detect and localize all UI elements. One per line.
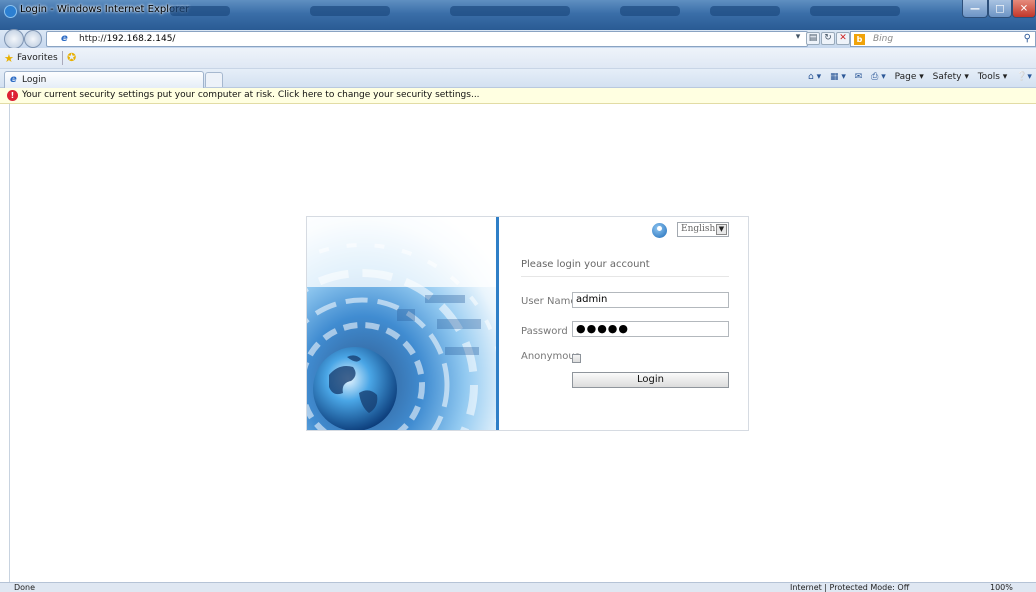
user-help-icon[interactable] bbox=[651, 222, 668, 239]
help-menu-icon[interactable]: ❔▾ bbox=[1016, 72, 1032, 82]
refresh-icon[interactable]: ↻ bbox=[821, 32, 835, 45]
close-button[interactable]: ✕ bbox=[1012, 0, 1036, 18]
navigation-bar: e http://192.168.2.145/ ▾ ▤ ↻ ✕ b Bing ⚲ bbox=[0, 29, 1036, 49]
favbar-divider bbox=[62, 51, 63, 65]
home-icon[interactable]: ⌂ ▾ bbox=[808, 72, 821, 82]
prompt-divider bbox=[521, 276, 729, 277]
search-box[interactable]: b Bing ⚲ bbox=[850, 31, 1036, 47]
stop-icon[interactable]: ✕ bbox=[836, 32, 850, 45]
back-button[interactable] bbox=[4, 29, 24, 49]
login-prompt: Please login your account bbox=[521, 259, 650, 270]
tab-login[interactable]: e Login bbox=[4, 71, 204, 88]
address-bar[interactable]: e http://192.168.2.145/ bbox=[46, 31, 808, 47]
language-value: English bbox=[681, 224, 716, 234]
tools-menu[interactable]: Tools ▾ bbox=[978, 72, 1008, 82]
forward-button[interactable] bbox=[24, 30, 42, 48]
favorites-star-icon[interactable]: ★ bbox=[4, 52, 14, 65]
status-text: Done bbox=[14, 583, 36, 592]
tab-label: Login bbox=[22, 75, 47, 85]
zoom-level[interactable]: 100% bbox=[990, 583, 1013, 592]
page-content: English ▼ Please login your account User… bbox=[9, 104, 1036, 582]
address-url: http://192.168.2.145/ bbox=[79, 34, 176, 44]
page-menu[interactable]: Page ▾ bbox=[895, 72, 924, 82]
security-warning-icon: ! bbox=[7, 90, 18, 101]
titlebar-blur bbox=[150, 2, 930, 20]
compatibility-view-icon[interactable]: ▤ bbox=[806, 32, 820, 45]
password-field[interactable]: ●●●●● bbox=[572, 321, 729, 337]
page-icon: e bbox=[61, 33, 68, 44]
security-zone[interactable]: Internet | Protected Mode: Off bbox=[790, 583, 909, 592]
username-label: User Name bbox=[521, 296, 577, 307]
tab-page-icon: e bbox=[10, 74, 17, 85]
safety-menu[interactable]: Safety ▾ bbox=[933, 72, 969, 82]
language-select[interactable]: English ▼ bbox=[677, 222, 729, 237]
favorites-button[interactable]: Favorites bbox=[17, 53, 58, 63]
login-button[interactable]: Login bbox=[572, 372, 729, 388]
ie-app-icon bbox=[4, 5, 17, 18]
new-tab-button[interactable] bbox=[205, 72, 223, 87]
bing-icon: b bbox=[854, 34, 865, 45]
globe-banner-image bbox=[307, 217, 496, 430]
minimize-button[interactable]: — bbox=[962, 0, 988, 18]
window-titlebar: Login - Windows Internet Explorer — □ ✕ bbox=[0, 0, 1036, 30]
login-panel: English ▼ Please login your account User… bbox=[306, 216, 749, 431]
panel-divider bbox=[496, 217, 499, 430]
username-field[interactable]: admin bbox=[572, 292, 729, 308]
feeds-icon[interactable]: ▦ ▾ bbox=[830, 72, 846, 82]
favorites-bar: ★ Favorites ✪ bbox=[0, 48, 1036, 69]
status-bar: Done Internet | Protected Mode: Off 100% bbox=[0, 582, 1036, 592]
print-icon[interactable]: ⎙ ▾ bbox=[871, 72, 886, 82]
search-placeholder: Bing bbox=[873, 34, 894, 44]
security-infobar[interactable]: ! Your current security settings put you… bbox=[0, 88, 1036, 104]
maximize-button[interactable]: □ bbox=[988, 0, 1012, 18]
command-bar: ⌂ ▾ ▦ ▾ ✉ ⎙ ▾ Page ▾ Safety ▾ Tools ▾ ❔▾ bbox=[808, 72, 1036, 86]
search-icon[interactable]: ⚲ bbox=[1024, 33, 1031, 44]
add-favorites-icon[interactable]: ✪ bbox=[67, 51, 76, 64]
address-dropdown-icon[interactable]: ▾ bbox=[793, 32, 803, 45]
chevron-down-icon: ▼ bbox=[716, 224, 727, 235]
mail-icon[interactable]: ✉ bbox=[855, 72, 863, 82]
infobar-message: Your current security settings put your … bbox=[22, 90, 480, 100]
anonymous-checkbox[interactable] bbox=[572, 354, 581, 363]
password-label: Password bbox=[521, 326, 568, 337]
